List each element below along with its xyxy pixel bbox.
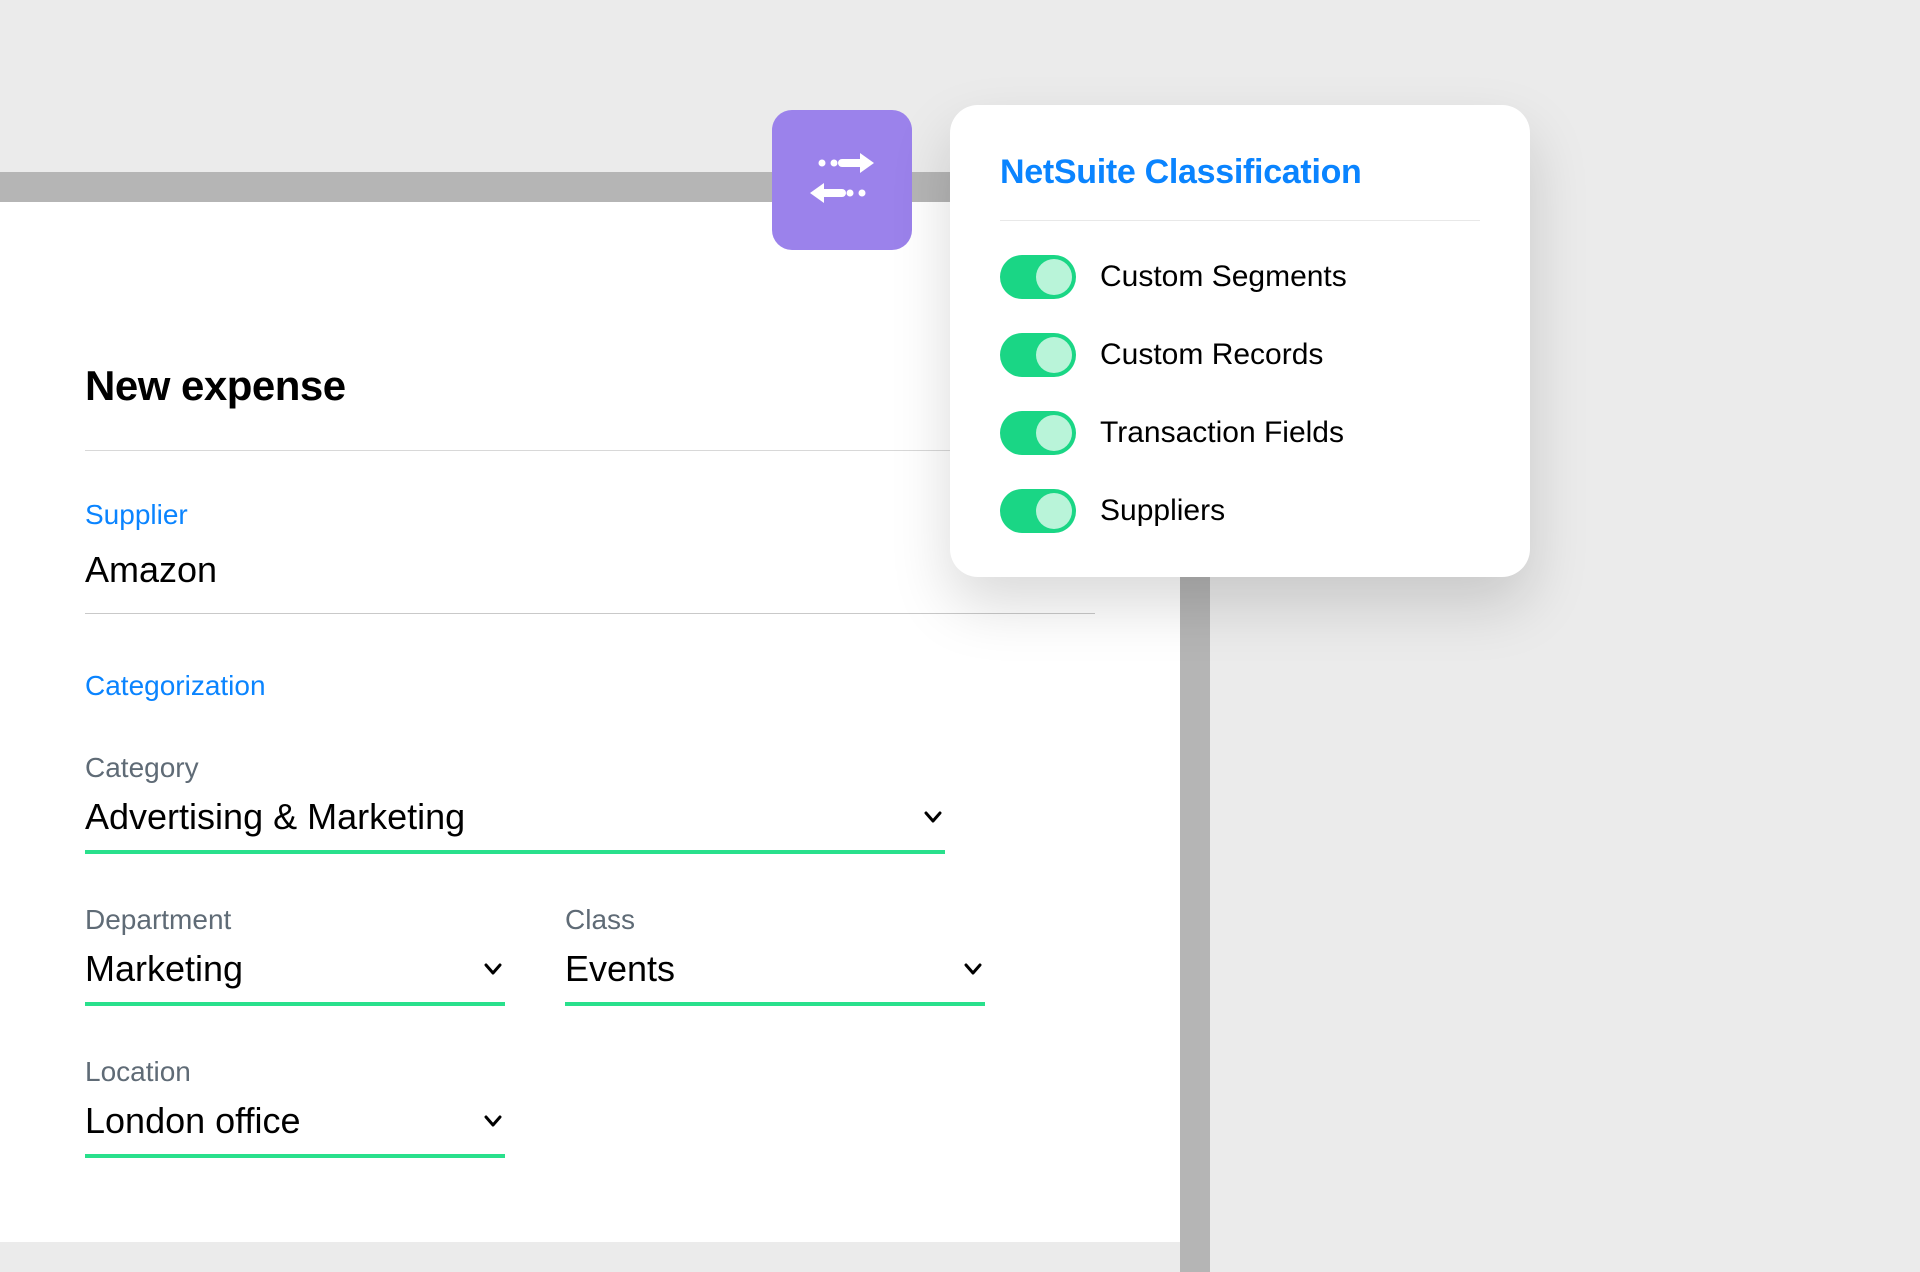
categorization-section: Categorization Category Advertising & Ma… [85,670,1095,1158]
toggle-row-custom-segments: Custom Segments [1000,255,1480,299]
sync-arrows-icon [802,143,882,218]
department-field: Department Marketing [85,904,505,1006]
toggle-row-suppliers: Suppliers [1000,489,1480,533]
category-select-value: Advertising & Marketing [85,796,465,838]
categorization-section-label: Categorization [85,670,1095,702]
toggle-label: Suppliers [1100,494,1225,528]
toggle-row-custom-records: Custom Records [1000,333,1480,377]
supplier-value[interactable]: Amazon [85,549,1095,614]
popup-title: NetSuite Classification [1000,153,1480,221]
toggle-knob [1036,493,1072,529]
location-select[interactable]: London office [85,1100,505,1158]
toggle-label: Custom Records [1100,338,1323,372]
category-label: Category [85,752,1095,784]
chevron-down-icon [921,805,945,829]
toggle-custom-segments[interactable] [1000,255,1076,299]
toggle-custom-records[interactable] [1000,333,1076,377]
toggle-row-transaction-fields: Transaction Fields [1000,411,1480,455]
toggle-knob [1036,337,1072,373]
category-field: Category Advertising & Marketing [85,752,1095,854]
class-field: Class Events [565,904,985,1006]
netsuite-classification-popup: NetSuite Classification Custom Segments … [950,105,1530,577]
class-select-value: Events [565,948,675,990]
location-select-value: London office [85,1100,301,1142]
class-label: Class [565,904,985,936]
chevron-down-icon [481,1109,505,1133]
sync-badge[interactable] [772,110,912,250]
department-select-value: Marketing [85,948,243,990]
toggle-knob [1036,259,1072,295]
toggle-suppliers[interactable] [1000,489,1076,533]
department-select[interactable]: Marketing [85,948,505,1006]
toggle-transaction-fields[interactable] [1000,411,1076,455]
toggle-knob [1036,415,1072,451]
chevron-down-icon [481,957,505,981]
location-field: Location London office [85,1056,505,1158]
category-select[interactable]: Advertising & Marketing [85,796,945,854]
toggle-label: Custom Segments [1100,260,1347,294]
department-label: Department [85,904,505,936]
class-select[interactable]: Events [565,948,985,1006]
department-class-row: Department Marketing Class Events [85,904,1095,1006]
form-title: New expense [85,362,1095,451]
supplier-section-label: Supplier [85,499,1095,531]
chevron-down-icon [961,957,985,981]
toggle-label: Transaction Fields [1100,416,1344,450]
location-label: Location [85,1056,505,1088]
